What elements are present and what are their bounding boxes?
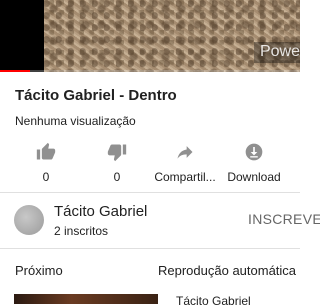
download-icon xyxy=(242,140,266,164)
next-video-thumbnail[interactable] xyxy=(14,294,158,304)
thumbs-up-icon xyxy=(34,140,58,164)
channel-name[interactable]: Tácito Gabriel xyxy=(54,203,147,220)
like-button[interactable]: 0 xyxy=(23,138,69,184)
share-icon xyxy=(173,140,197,164)
download-button[interactable]: Download xyxy=(224,138,284,184)
thumbs-down-icon xyxy=(105,140,129,164)
action-bar: 0 0 Compartil... Download xyxy=(0,138,300,186)
autoplay-toggle-label[interactable]: Reprodução automática xyxy=(158,263,296,278)
progress-bar[interactable] xyxy=(0,70,300,72)
view-count: Nenhuma visualização xyxy=(15,114,136,128)
share-label: Compartil... xyxy=(154,170,216,184)
channel-avatar[interactable] xyxy=(14,205,44,235)
video-player[interactable]: Powe xyxy=(0,0,300,72)
next-video-title[interactable]: Tácito Gabriel xyxy=(176,294,251,308)
divider xyxy=(0,248,300,249)
progress-fill xyxy=(0,70,30,72)
dislike-button[interactable]: 0 xyxy=(94,138,140,184)
subscribe-button[interactable]: INSCREVER xyxy=(248,211,320,227)
channel-row[interactable]: Tácito Gabriel 2 inscritos INSCREVER xyxy=(0,193,320,247)
subscriber-count: 2 inscritos xyxy=(54,224,109,238)
like-count: 0 xyxy=(42,170,50,184)
up-next-label: Próximo xyxy=(15,263,63,278)
video-watermark: Powe xyxy=(253,42,300,63)
download-label: Download xyxy=(227,170,281,184)
dislike-count: 0 xyxy=(113,170,121,184)
share-button[interactable]: Compartil... xyxy=(150,138,220,184)
video-title: Tácito Gabriel - Dentro xyxy=(15,87,177,104)
